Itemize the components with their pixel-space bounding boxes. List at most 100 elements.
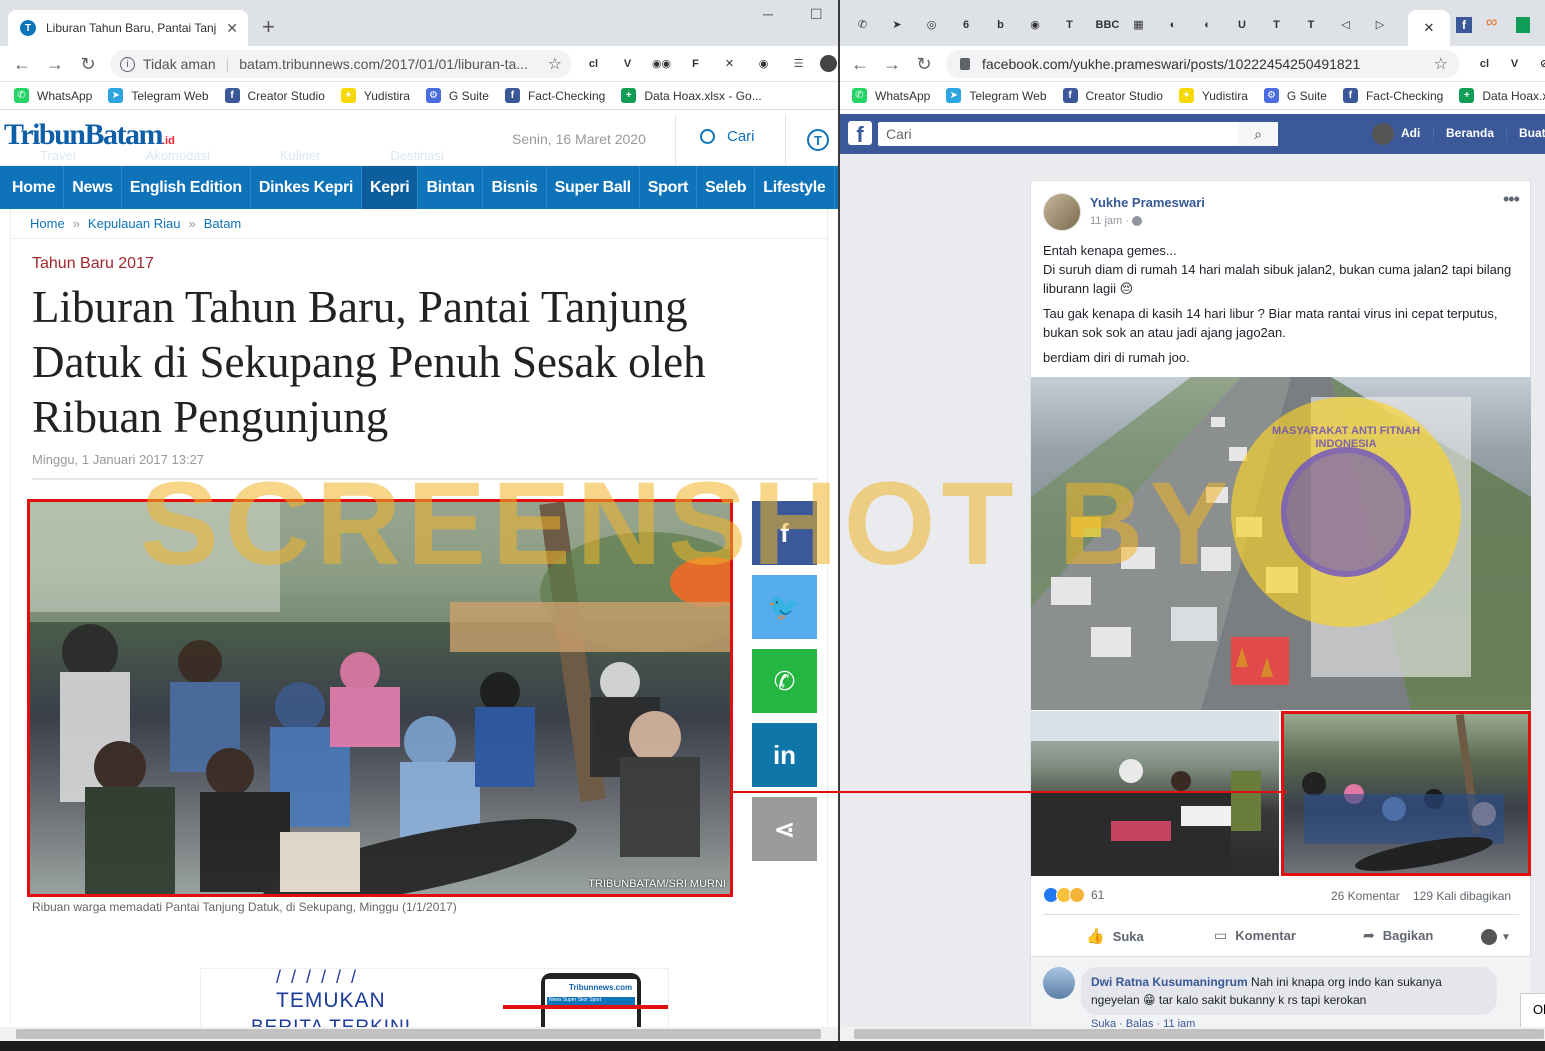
bookmark-whatsapp[interactable]: ✆ WhatsApp [14,88,92,103]
extension-icon[interactable]: cl [1476,55,1493,72]
pinned-tab-icon[interactable]: ➤ [889,17,906,34]
shares-count[interactable]: 129 Kali dibagikan [1413,889,1511,903]
commenter-avatar[interactable] [1043,967,1075,999]
nav-item-news[interactable]: News [64,166,122,209]
nav-item-bisnis[interactable]: Bisnis [483,166,547,209]
tribun-round-logo[interactable]: T [807,129,829,151]
comments-count[interactable]: 26 Komentar [1331,889,1400,903]
forward-icon[interactable]: → [45,54,65,75]
nav-item-lifestyle[interactable]: Lifestyle [755,166,835,209]
reload-icon[interactable]: ↻ [78,54,98,75]
extension-icon[interactable]: ✕ [721,55,738,72]
extension-icon[interactable]: V [1506,55,1523,72]
extension-icon[interactable]: F [687,55,704,72]
comment-button[interactable]: ▭ Komentar [1214,927,1296,944]
pinned-tab-icon[interactable]: b [992,17,1009,34]
breadcrumb-item[interactable]: Home [30,216,65,231]
post-image-crowd[interactable] [1281,711,1531,876]
post-options-icon[interactable]: ••• [1503,189,1520,210]
tab-close-icon[interactable]: ✕ [1424,20,1435,36]
post-time[interactable]: 11 jam · [1090,215,1142,227]
nav-home[interactable]: Beranda [1446,126,1494,140]
pinned-tab-icon[interactable]: T [1268,17,1285,34]
pinned-tab-icon[interactable]: T [1303,17,1320,34]
extension-icon[interactable]: V [619,55,636,72]
nav-item-kepri[interactable]: Kepri [362,166,419,209]
pinned-tab-icon[interactable]: ◁ [1337,17,1354,34]
pinned-tab-icon[interactable]: ▷ [1372,17,1389,34]
tab-close-icon[interactable]: ✕ [226,20,238,37]
whatsapp-share-icon[interactable]: ✆ [752,649,817,713]
bookmark-data-hoax-xlsx-go-[interactable]: + Data Hoax.xlsx - Go... [621,88,762,103]
pinned-tab-icon[interactable]: BBC [1096,17,1120,34]
reactions-summary[interactable]: 61 [1043,887,1104,903]
user-avatar[interactable] [1372,123,1394,145]
side-widget[interactable]: Ol [1520,993,1545,1029]
bookmark-g-suite[interactable]: ⚙ G Suite [425,88,489,103]
tab-sheet-icon[interactable] [1516,17,1530,33]
horizontal-scrollbar[interactable] [840,1027,1545,1041]
search-icon[interactable]: ⌕ [1238,122,1278,146]
facebook-share-icon[interactable]: f [752,501,817,565]
bookmark-fact-checking[interactable]: f Fact-Checking [1342,88,1443,103]
post-image-truck[interactable] [1031,711,1279,876]
star-icon[interactable]: ☆ [1434,54,1448,74]
facebook-logo[interactable]: f [848,121,872,147]
facebook-tab-icon[interactable]: f [1456,17,1472,33]
nav-item-super-ball[interactable]: Super Ball [547,166,640,209]
article-photo[interactable]: TRIBUNBATAM/SRI MURNI [27,499,733,897]
search-button[interactable]: Cari [700,128,755,145]
back-icon[interactable]: ← [850,54,870,75]
like-button[interactable]: 👍 Suka [1086,927,1144,945]
breadcrumb-item[interactable]: Batam [204,216,242,231]
poster-avatar[interactable] [1043,193,1081,231]
new-tab-button[interactable]: + [262,14,275,40]
pinned-tab-icon[interactable]: ◉ [1027,17,1044,34]
profile-avatar[interactable] [820,55,837,72]
pinned-tab-icon[interactable]: ◎ [923,17,940,34]
bookmark-fact-checking[interactable]: f Fact-Checking [504,88,605,103]
extension-icon[interactable]: ◉◉ [652,55,671,72]
commenter-name[interactable]: Dwi Ratna Kusumaningrum [1091,975,1248,989]
react-as-selector[interactable]: ▼ [1481,929,1511,945]
extension-icon[interactable]: cl [585,55,602,72]
minimize-button[interactable]: ─ [763,6,773,22]
pinned-tab-icon[interactable]: 6 [958,17,975,34]
nav-item-bintan[interactable]: Bintan [418,166,484,209]
share-button[interactable]: ➦ Bagikan [1363,927,1433,944]
address-bar[interactable]: facebook.com/yukhe.prameswari/posts/1022… [946,50,1460,78]
pinned-tab-icon[interactable]: U [1234,17,1251,34]
pinned-tab-icon[interactable]: ✆ [854,17,871,34]
reload-icon[interactable]: ↻ [914,54,934,75]
bookmark-g-suite[interactable]: ⚙ G Suite [1263,88,1327,103]
bookmark-creator-studio[interactable]: f Creator Studio [1062,88,1163,103]
bookmark-creator-studio[interactable]: f Creator Studio [224,88,325,103]
bookmark-data-hoax-xlsx[interactable]: + Data Hoax.xlsx [1459,88,1545,103]
pinned-tab-icon[interactable]: ▦ [1130,17,1147,34]
article-category[interactable]: Tahun Baru 2017 [32,255,154,273]
bookmark-whatsapp[interactable]: ✆ WhatsApp [852,88,930,103]
forward-icon[interactable]: → [882,54,902,75]
pinned-tab-icon[interactable]: ◐ [1199,17,1216,34]
pinned-tab-icon[interactable]: T [1061,17,1078,34]
nav-item-home[interactable]: Home [4,166,65,209]
star-icon[interactable]: ☆ [548,54,562,74]
breadcrumb-item[interactable]: Kepulauan Riau [88,216,181,231]
address-bar[interactable]: i Tidak aman | batam.tribunnews.com/2017… [110,50,572,78]
nav-item-dinkes-kepri[interactable]: Dinkes Kepri [251,166,363,209]
promo-banner[interactable]: ////// TEMUKAN BERITA TERKINI Tribunnews… [200,968,669,1030]
tab-active-facebook[interactable]: ✕ [1408,10,1450,46]
tab-active[interactable]: T Liburan Tahun Baru, Pantai Tanjung ✕ [8,10,248,46]
fb-search-input[interactable]: Cari ⌕ [878,122,1278,146]
tribun-logo[interactable]: TribunBatam .id [4,118,175,152]
nav-item-sport[interactable]: Sport [640,166,698,209]
bookmark-yudistira[interactable]: ✦ Yudistira [1178,88,1248,103]
bookmark-telegram-web[interactable]: ➤ Telegram Web [946,88,1047,103]
bookmark-yudistira[interactable]: ✦ Yudistira [340,88,410,103]
extension-icon[interactable]: ⊘ [1536,55,1545,72]
nav-create[interactable]: Buat [1519,126,1545,140]
post-image-main[interactable]: MASYARAKAT ANTI FITNAH INDONESIA [1031,377,1531,710]
twitter-share-icon[interactable]: 🐦 [752,575,817,639]
nav-item-english-edition[interactable]: English Edition [122,166,251,209]
user-name[interactable]: Adi [1401,126,1420,140]
